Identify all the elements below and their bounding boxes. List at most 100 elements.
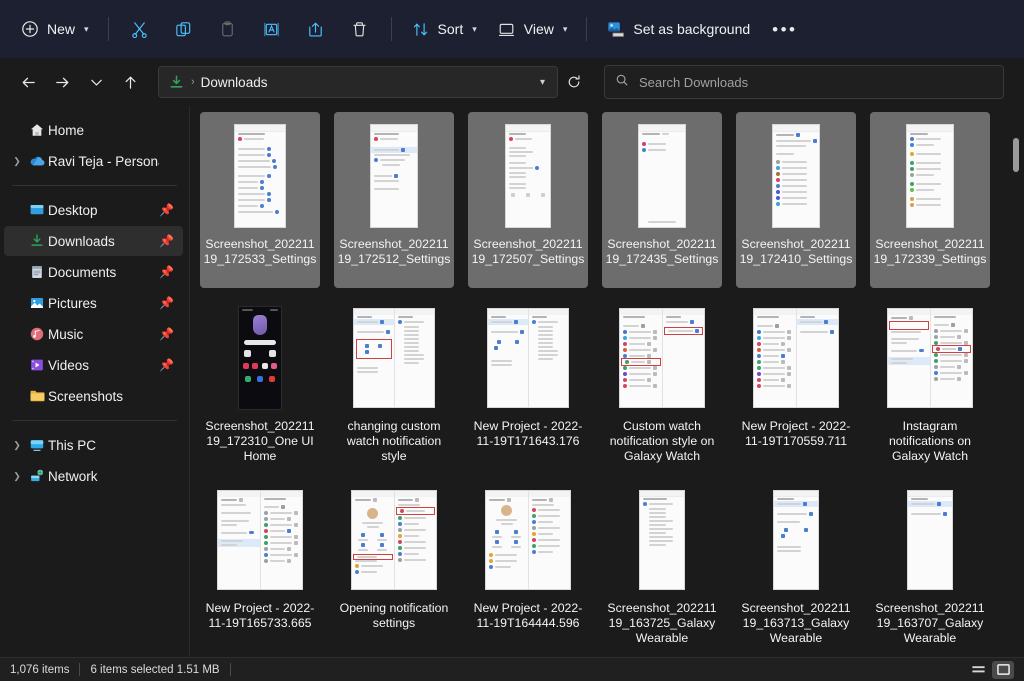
file-tile[interactable]: New Project - 2022-11-19T165733.665 [200, 476, 320, 652]
file-list-view[interactable]: 1119_172541_Set tings [190, 106, 1024, 657]
thumb-wear-short [907, 490, 953, 590]
onedrive-icon [26, 153, 48, 169]
breadcrumb-current-folder: Downloads [200, 74, 268, 90]
sort-icon [411, 19, 431, 39]
file-thumbnail [740, 118, 852, 234]
thumb-settings-list [234, 124, 286, 228]
sidebar-divider-2 [12, 420, 177, 421]
breadcrumb-dropdown-chevron-icon[interactable]: ▾ [534, 77, 551, 88]
share-button[interactable] [294, 11, 338, 47]
address-bar: › Downloads ▾ Search Downloads [0, 58, 1024, 106]
thumb-split-notif [217, 490, 303, 590]
sidebar-item-desktop[interactable]: Desktop 📌 [4, 195, 183, 225]
file-thumbnail [338, 300, 450, 416]
chevron-right-icon[interactable]: ❯ [8, 156, 26, 167]
file-name: Screenshot_20221119_172410_Settings [739, 237, 853, 266]
file-tile[interactable]: Screenshot_20221119_172310_One UI Home [200, 294, 320, 470]
file-explorer-window: New ▾ Sort ▾ View ▾ Set as background ••… [0, 0, 1024, 681]
vertical-scrollbar[interactable] [1011, 108, 1021, 655]
sidebar-item-downloads[interactable]: Downloads 📌 [4, 226, 183, 256]
command-toolbar: New ▾ Sort ▾ View ▾ Set as background ••… [0, 0, 1024, 58]
sidebar-item-videos[interactable]: Videos 📌 [4, 350, 183, 380]
home-icon [26, 122, 48, 138]
file-tile[interactable]: New Project - 2022-11-19T164444.596 [468, 476, 588, 652]
delete-button[interactable] [338, 11, 382, 47]
search-input[interactable]: Search Downloads [604, 65, 1004, 99]
item-count: 1,076 items [10, 663, 70, 676]
sidebar-item-label: This PC [48, 437, 97, 453]
chevron-right-icon[interactable]: ❯ [8, 440, 26, 451]
refresh-button[interactable] [560, 68, 588, 96]
set-background-icon [606, 19, 626, 39]
file-tile[interactable]: Screenshot_20221119_172533_Settings [200, 112, 320, 288]
file-tile[interactable]: Screenshot_20221119_172512_Settings [334, 112, 454, 288]
file-thumbnail [606, 300, 718, 416]
pin-icon[interactable]: 📌 [159, 358, 174, 372]
pin-icon[interactable]: 📌 [159, 265, 174, 279]
recent-locations-button[interactable] [80, 66, 112, 98]
file-tile[interactable]: Instagram notifications on Galaxy Watch [870, 294, 990, 470]
sidebar-item-label: Desktop [48, 202, 98, 218]
back-button[interactable] [12, 66, 44, 98]
file-tile[interactable]: Screenshot_20221119_172339_Settings [870, 112, 990, 288]
chevron-right-icon[interactable]: ❯ [8, 471, 26, 482]
scrollbar-thumb[interactable] [1013, 138, 1019, 172]
file-tile[interactable]: Screenshot_20221119_172507_Settings [468, 112, 588, 288]
thumb-homescreen [238, 306, 282, 410]
sidebar-item-music[interactable]: Music 📌 [4, 319, 183, 349]
file-tile[interactable]: New Project - 2022-11-19T170559.711 [736, 294, 856, 470]
sidebar-item-this-pc[interactable]: ❯ This PC [4, 430, 183, 460]
file-tile[interactable]: changing custom watch notification style [334, 294, 454, 470]
view-button[interactable]: View ▾ [487, 11, 578, 47]
up-button[interactable] [114, 66, 146, 98]
share-icon [306, 19, 326, 39]
file-name: Screenshot_20221119_172310_One UI Home [205, 419, 315, 463]
file-tile[interactable]: Screenshot_20221119_163713_Galaxy Wearab… [736, 476, 856, 652]
sidebar-item-documents[interactable]: Documents 📌 [4, 257, 183, 287]
pin-icon[interactable]: 📌 [159, 296, 174, 310]
rename-button[interactable] [250, 11, 294, 47]
file-name: changing custom watch notification style [346, 419, 442, 463]
ellipsis-icon: ••• [772, 19, 798, 39]
file-tile[interactable]: Screenshot_20221119_172410_Settings [736, 112, 856, 288]
breadcrumb[interactable]: › Downloads ▾ [158, 66, 558, 98]
forward-button[interactable] [46, 66, 78, 98]
file-name: New Project - 2022-11-19T164444.596 [473, 601, 583, 630]
trash-icon [350, 19, 370, 39]
pin-icon[interactable]: 📌 [159, 327, 174, 341]
thumb-wear-list [639, 490, 685, 590]
file-tile[interactable]: Opening notification settings [334, 476, 454, 652]
copy-button[interactable] [162, 11, 206, 47]
file-tile[interactable]: Custom watch notification style on Galax… [602, 294, 722, 470]
paste-button[interactable] [206, 11, 250, 47]
file-tile[interactable]: Screenshot_20221119_163707_Galaxy Wearab… [870, 476, 990, 652]
file-thumbnail [338, 118, 450, 234]
large-icons-view-button[interactable] [992, 660, 1014, 679]
file-tile[interactable]: New Project - 2022-11-19T171643.176 [468, 294, 588, 470]
file-name: New Project - 2022-11-19T171643.176 [473, 419, 583, 448]
file-thumbnail [874, 300, 986, 416]
paste-icon [218, 19, 238, 39]
cut-button[interactable] [118, 11, 162, 47]
more-options-button[interactable]: ••• [760, 11, 809, 47]
sidebar-item-screenshots[interactable]: Screenshots [4, 381, 183, 411]
pin-icon[interactable]: 📌 [159, 234, 174, 248]
file-name: New Project - 2022-11-19T165733.665 [205, 601, 315, 630]
sidebar-item-pictures[interactable]: Pictures 📌 [4, 288, 183, 318]
file-tile[interactable]: Screenshot_20221119_172435_Settings [602, 112, 722, 288]
sidebar-item-home[interactable]: Home [4, 115, 183, 145]
sort-button[interactable]: Sort ▾ [401, 11, 487, 47]
sidebar-item-network[interactable]: ❯ Network [4, 461, 183, 491]
details-view-button[interactable] [967, 661, 989, 679]
sidebar-item-onedrive[interactable]: ❯ Ravi Teja - Personal [4, 146, 183, 176]
file-thumbnail [606, 118, 718, 234]
file-tile[interactable]: Screenshot_20221119_163725_Galaxy Wearab… [602, 476, 722, 652]
file-thumbnail [740, 482, 852, 598]
copy-icon [174, 19, 194, 39]
pin-icon[interactable]: 📌 [159, 203, 174, 217]
file-thumbnail [204, 300, 316, 416]
new-button[interactable]: New ▾ [10, 11, 99, 47]
set-as-background-button[interactable]: Set as background [596, 11, 760, 47]
file-name: Screenshot_20221119_163713_Galaxy Wearab… [741, 601, 851, 645]
search-placeholder: Search Downloads [639, 74, 749, 90]
